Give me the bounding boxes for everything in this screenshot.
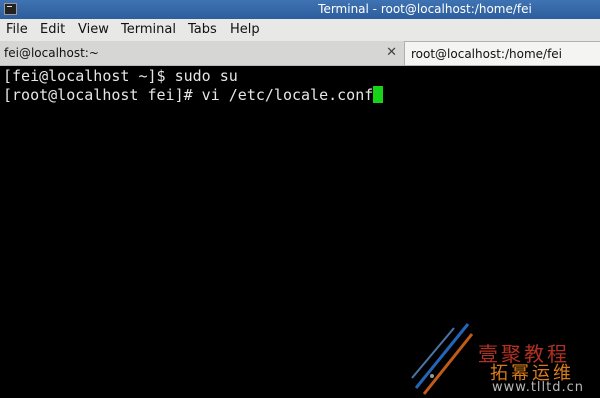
menu-view[interactable]: View (78, 19, 109, 41)
terminal-line: [root@localhost fei]# vi /etc/locale.con… (3, 86, 600, 105)
tab-label: fei@localhost:~ (4, 46, 99, 60)
menu-file[interactable]: File (6, 19, 28, 41)
tab-fei-localhost[interactable]: fei@localhost:~ ✕ (0, 41, 403, 65)
title-bar[interactable]: Terminal - root@localhost:/home/fei (0, 0, 600, 19)
window-title: Terminal - root@localhost:/home/fei (318, 2, 532, 16)
menu-bar: File Edit View Terminal Tabs Help (0, 19, 600, 41)
menu-help[interactable]: Help (230, 19, 260, 41)
close-icon[interactable]: ✕ (386, 41, 397, 65)
menu-edit[interactable]: Edit (40, 19, 65, 41)
terminal-line: [fei@localhost ~]$ sudo su (3, 67, 238, 85)
tab-label: root@localhost:/home/fei (411, 47, 563, 61)
menu-terminal[interactable]: Terminal (121, 19, 176, 41)
tab-root-localhost[interactable]: root@localhost:/home/fei (404, 41, 600, 65)
terminal-output[interactable]: [fei@localhost ~]$ sudo su [root@localho… (0, 66, 600, 398)
tab-bar: fei@localhost:~ ✕ root@localhost:/home/f… (0, 41, 600, 66)
terminal-window: Terminal - root@localhost:/home/fei File… (0, 0, 600, 398)
text-cursor (373, 86, 384, 103)
menu-tabs[interactable]: Tabs (188, 19, 217, 41)
